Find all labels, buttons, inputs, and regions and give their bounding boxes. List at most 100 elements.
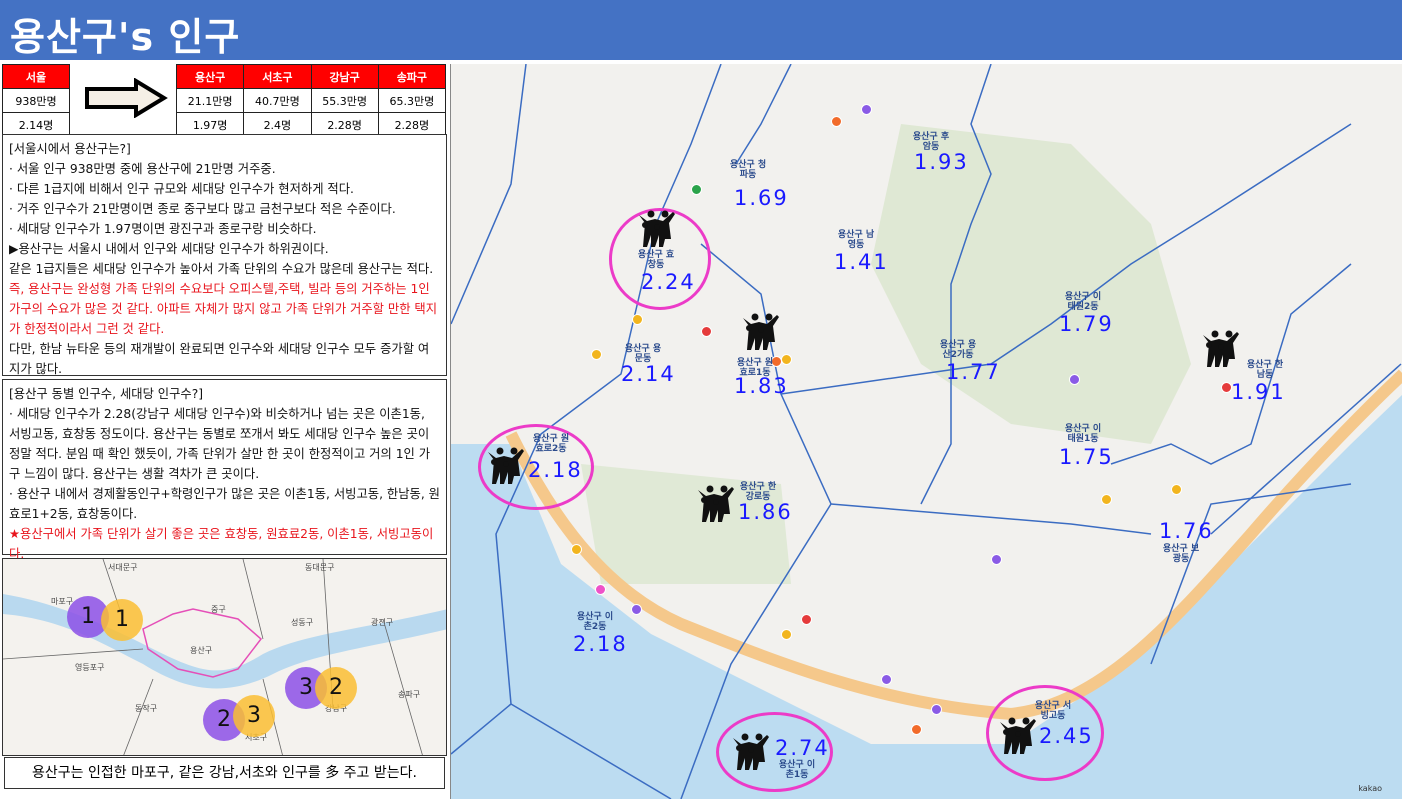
- poi-marker: [991, 554, 1002, 565]
- box-heading: [용산구 동별 인구수, 세대당 인구수?]: [9, 387, 204, 401]
- dong-summary-box: [용산구 동별 인구수, 세대당 인구수?] · 세대당 인구수가 2.28(강…: [2, 379, 447, 561]
- bullet: · 거주 인구수가 21만명이면 종로 중구보다 많고 금천구보다 적은 수준이…: [9, 202, 396, 216]
- gu-per-household: 2.28명: [377, 112, 447, 137]
- dong-label: 용산구 용산2가동: [939, 340, 977, 360]
- dong-label: 용산구 남영동: [837, 230, 875, 250]
- gu-header: 서초구: [243, 64, 312, 89]
- seoul-per-household: 2.14명: [2, 112, 70, 137]
- dong-label: 용산구 이태원1동: [1064, 424, 1102, 444]
- inset-label: 영등포구: [75, 663, 105, 672]
- poi-marker: [1101, 494, 1112, 505]
- inset-marker-yellow: 2: [315, 667, 357, 709]
- gu-population: 40.7만명: [243, 88, 312, 113]
- inset-label: 동작구: [135, 704, 158, 713]
- dong-value: 1.83: [734, 374, 789, 398]
- dong-value: 1.77: [946, 360, 1001, 384]
- bullet: · 서울 인구 938만명 중에 용산구에 21만명 거주중.: [9, 162, 276, 176]
- dong-label: 용산구 효창동: [637, 250, 675, 270]
- dong-value: 1.91: [1231, 380, 1286, 404]
- seoul-summary-box: [서울시에서 용산구는?] · 서울 인구 938만명 중에 용산구에 21만명…: [2, 134, 447, 376]
- box-heading: [서울시에서 용산구는?]: [9, 142, 131, 156]
- seoul-population: 938만명: [2, 88, 70, 113]
- poi-marker: [881, 674, 892, 685]
- gu-per-household: 1.97명: [175, 112, 245, 137]
- dong-label: 용산구 이촌1동: [778, 760, 816, 780]
- dong-value: 2.45: [1039, 724, 1094, 748]
- poi-marker: [631, 604, 642, 615]
- dong-label: 용산구 한남동: [1246, 360, 1284, 380]
- highlight-text: 즉, 용산구는 완성형 가족 단위의 수요보다 오피스텔,주택, 빌라 등의 거…: [9, 282, 438, 336]
- dong-value: 1.69: [734, 186, 789, 210]
- inset-label: 동대문구: [305, 563, 335, 572]
- inset-label: 용산구: [190, 646, 213, 655]
- dong-value: 1.93: [914, 150, 969, 174]
- right-arrow-icon: [85, 78, 168, 118]
- dong-value: 1.79: [1059, 312, 1114, 336]
- dong-label: 용산구 원효로2동: [532, 434, 570, 454]
- dong-label: 용산구 한강로동: [739, 482, 777, 502]
- poi-marker: [571, 544, 582, 555]
- seoul-header: 서울: [2, 64, 70, 89]
- dong-value: 2.14: [621, 362, 676, 386]
- family-icon: [698, 485, 734, 522]
- gu-population: 55.3만명: [310, 88, 379, 113]
- bullet: · 용산구 내에서 경제활동인구+학령인구가 많은 곳은 이촌1동, 서빙고동,…: [9, 487, 440, 521]
- poi-marker: [931, 704, 942, 715]
- poi-marker: [632, 314, 643, 325]
- gu-header: 강남구: [310, 64, 379, 89]
- paragraph-text: 같은 1급지들은 세대당 인구수가 높아서 가족 단위의 수요가 많은데 용산구…: [9, 262, 434, 276]
- gu-header: 용산구: [175, 64, 245, 89]
- poi-marker: [691, 184, 702, 195]
- caption: 용산구는 인접한 마포구, 같은 강남,서초와 인구를 多 주고 받는다.: [4, 757, 445, 789]
- dong-label: 용산구 용문동: [624, 344, 662, 364]
- family-icon: [1000, 717, 1036, 754]
- poi-marker: [1171, 484, 1182, 495]
- paragraph: 다만, 한남 뉴타운 등의 재개발이 완료되면 인구수와 세대당 인구수 모두 …: [9, 342, 430, 376]
- map-credit: kakao: [1358, 784, 1382, 793]
- poi-marker: [781, 354, 792, 365]
- dong-label: 용산구 이촌2동: [576, 612, 614, 632]
- poi-marker: [781, 629, 792, 640]
- inset-label: 성동구: [291, 618, 314, 627]
- family-icon: [743, 313, 779, 350]
- inset-marker-yellow: 3: [233, 695, 275, 737]
- inset-label: 서대문구: [108, 563, 138, 572]
- dong-value: 1.76: [1159, 519, 1214, 543]
- family-icon: [639, 210, 675, 247]
- poi-marker: [595, 584, 606, 595]
- poi-marker: [591, 349, 602, 360]
- paragraph: 같은 1급지들은 세대당 인구수가 높아서 가족 단위의 수요가 많은데 용산구…: [9, 259, 440, 339]
- gu-comparison-table: 용산구 서초구 강남구 송파구 21.1만명 40.7만명 55.3만명 65.3만명 1.…: [175, 64, 447, 137]
- dong-value: 2.18: [528, 458, 583, 482]
- poi-marker: [801, 614, 812, 625]
- dong-value: 1.75: [1059, 445, 1114, 469]
- family-icon: [733, 733, 769, 770]
- dong-label: 용산구 이태원2동: [1064, 292, 1102, 312]
- title-bar: 용산구's 인구: [0, 0, 1402, 60]
- gu-header: 송파구: [377, 64, 447, 89]
- inset-marker-yellow: 1: [101, 599, 143, 641]
- family-icon: [488, 447, 524, 484]
- bullet: · 세대당 인구수가 2.28(강남구 세대당 인구수)와 비슷하거나 넘는 곳…: [9, 407, 431, 481]
- inset-label: 중구: [211, 605, 226, 614]
- dong-value: 2.18: [573, 632, 628, 656]
- gu-population: 65.3만명: [377, 88, 447, 113]
- family-icon: [1203, 330, 1239, 367]
- poi-marker: [861, 104, 872, 115]
- poi-marker: [831, 116, 842, 127]
- inset-label: 광진구: [371, 618, 394, 627]
- poi-marker: [1069, 374, 1080, 385]
- map-background: [451, 64, 1402, 799]
- bullet: · 세대당 인구수가 1.97명이면 광진구과 종로구랑 비슷하다.: [9, 222, 317, 236]
- seoul-inset-map: 서대문구 동대문구 마포구 중구 성동구 광진구 용산구 영등포구 동작구 서초…: [2, 558, 447, 756]
- gu-per-household: 2.4명: [243, 112, 312, 137]
- dong-value: 1.41: [834, 250, 889, 274]
- bullet: · 다른 1급지에 비해서 인구 규모와 세대당 인구수가 현저하게 적다.: [9, 182, 354, 196]
- dong-label: 용산구 청파동: [729, 160, 767, 180]
- yongsan-dong-map[interactable]: 용산구 청파동 1.69 용산구 효창동 2.24 용산구 남영동 1.41 용…: [450, 64, 1402, 799]
- bullet: ▶용산구는 서울시 내에서 인구와 세대당 인구수가 하위권이다.: [9, 242, 329, 256]
- dong-label: 용산구 보광동: [1162, 544, 1200, 564]
- inset-label: 송파구: [398, 690, 421, 699]
- poi-marker: [701, 326, 712, 337]
- poi-marker: [911, 724, 922, 735]
